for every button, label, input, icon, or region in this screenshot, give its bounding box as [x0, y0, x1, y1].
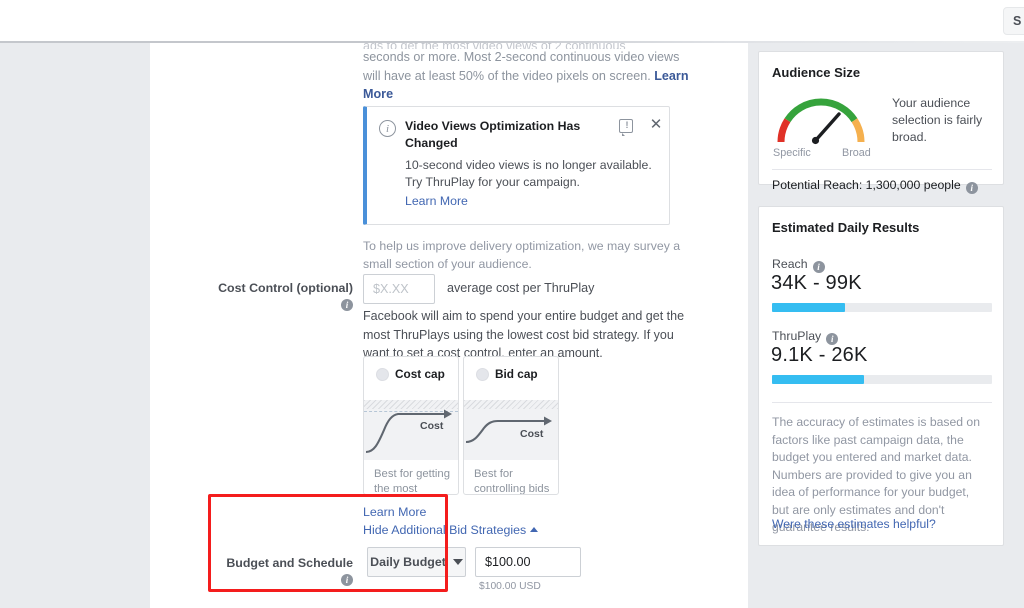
bid-card-description: Best for controlling bids in the auction — [474, 468, 550, 495]
audience-size-card: Audience Size Specific Broad Your audien… — [758, 51, 1004, 194]
chevron-down-icon — [452, 559, 463, 565]
bid-cap-curve-graphic: Cost — [464, 400, 558, 460]
cost-curve-svg — [465, 416, 552, 444]
gauge-label-specific: Specific — [773, 147, 811, 159]
metric-bar-reach-fill — [772, 303, 845, 312]
feedback-icon[interactable]: ! — [619, 119, 633, 136]
notice-body: 10-second video views is no longer avail… — [405, 158, 652, 189]
info-icon[interactable]: i — [341, 574, 353, 586]
metric-label-thruplay-text: ThruPlay — [772, 329, 822, 343]
cost-control-input[interactable]: $X.XX — [363, 274, 435, 304]
bid-card-axis-label: Cost — [520, 428, 544, 440]
budget-amount-input[interactable]: $100.00 — [475, 547, 581, 577]
budget-currency-note: $100.00 USD — [479, 581, 541, 592]
notice-title: Video Views Optimization Has Changed — [405, 119, 581, 150]
feedback-icon-glyph: ! — [625, 120, 629, 130]
gauge-svg — [777, 98, 865, 145]
audience-description: Your audience selection is fairly broad. — [892, 96, 983, 144]
budget-type-select[interactable]: Daily Budget — [367, 547, 466, 577]
bid-strategy-card-bid-cap[interactable]: Bid cap Cost Best for controlling bids i… — [463, 356, 559, 495]
cost-control-description: Facebook will aim to spend your entire b… — [363, 309, 685, 360]
radio-bid-cap[interactable] — [476, 368, 489, 381]
info-icon[interactable]: i — [965, 182, 978, 194]
right-sidebar: Audience Size Specific Broad Your audien… — [748, 43, 1024, 608]
optimization-paragraph: seconds or more. Most 2-second continuou… — [363, 48, 693, 104]
cost-control-label: Cost Control (optional) i — [213, 281, 353, 311]
radio-cost-cap[interactable] — [376, 368, 389, 381]
metric-bar-reach — [772, 303, 992, 312]
cost-control-suffix: average cost per ThruPlay — [447, 281, 595, 295]
search-button[interactable]: S — [1003, 7, 1024, 35]
close-icon[interactable]: ✕ — [648, 117, 664, 133]
optimization-paragraph-text: seconds or more. Most 2-second continuou… — [363, 50, 680, 83]
budget-schedule-label-text: Budget and Schedule — [226, 556, 353, 570]
metric-value-reach: 34K - 99K — [771, 272, 862, 294]
budget-type-value: Daily Budget — [370, 555, 446, 569]
potential-reach-row: Potential Reach: 1,300,000 people i — [772, 178, 978, 194]
info-icon-glyph: i — [385, 122, 390, 135]
audience-size-gauge — [773, 90, 869, 148]
bid-card-axis-label: Cost — [420, 420, 444, 432]
hide-strategies-label: Hide Additional Bid Strategies — [363, 523, 527, 537]
cost-cap-curve-graphic: Cost — [364, 400, 458, 460]
bid-strategy-card-cost-cap[interactable]: Cost cap Cost Best for getting the most … — [363, 356, 459, 495]
metric-label-reach: Reach i — [772, 257, 825, 273]
browser-top-bar — [0, 0, 1024, 41]
estimates-feedback-link[interactable]: Were these estimates helpful? — [772, 517, 936, 531]
potential-reach-text: Potential Reach: 1,300,000 people — [772, 178, 961, 192]
card-divider — [772, 402, 992, 403]
estimates-heading: Estimated Daily Results — [772, 220, 920, 235]
cost-control-label-text: Cost Control (optional) — [218, 281, 353, 295]
budget-schedule-label: Budget and Schedule i — [213, 556, 353, 586]
cost-curve-svg — [365, 409, 452, 454]
gauge-label-broad: Broad — [842, 147, 871, 159]
bid-card-title: Cost cap — [395, 367, 445, 381]
bid-learn-more-link[interactable]: Learn More — [363, 505, 426, 519]
screen-root: S ads to get the most video views of 2 c… — [0, 0, 1024, 608]
card-divider — [772, 169, 992, 170]
audience-size-heading: Audience Size — [772, 65, 861, 80]
search-button-label: S — [1013, 14, 1022, 28]
chevron-up-icon — [530, 527, 539, 532]
bid-card-title: Bid cap — [495, 367, 538, 381]
info-icon[interactable]: i — [341, 299, 353, 311]
notice-learn-more-link[interactable]: Learn More — [405, 194, 468, 208]
info-circle-icon: i — [379, 120, 396, 137]
bid-card-description: Best for getting the most volume — [374, 468, 450, 495]
metric-bar-thruplay-fill — [772, 375, 865, 384]
metric-bar-thruplay — [772, 375, 992, 384]
main-form-column: ads to get the most video views of 2 con… — [150, 43, 748, 608]
metric-value-thruplay: 9.1K - 26K — [771, 344, 868, 366]
estimated-daily-results-card: Estimated Daily Results Reach i 34K - 99K… — [758, 206, 1004, 546]
left-gutter — [0, 43, 150, 608]
hide-additional-bid-strategies-toggle[interactable]: Hide Additional Bid Strategies — [363, 523, 539, 537]
video-views-notice: i Video Views Optimization Has Changed 1… — [363, 106, 670, 225]
metric-label-thruplay: ThruPlay i — [772, 329, 839, 345]
survey-note: To help us improve delivery optimization… — [363, 239, 681, 271]
metric-label-reach-text: Reach — [772, 257, 808, 271]
